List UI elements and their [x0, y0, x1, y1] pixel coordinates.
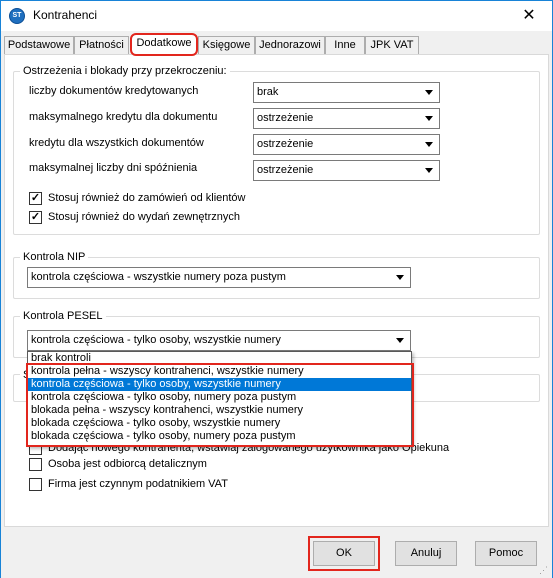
pesel-option-selected[interactable]: kontrola częściowa - tylko osoby, wszyst… [28, 378, 411, 391]
cancel-button[interactable]: Anuluj [395, 541, 457, 566]
nip-select[interactable]: kontrola częściowa - wszystkie numery po… [27, 267, 411, 288]
app-logo-icon: ST [9, 8, 25, 24]
all-credit-select[interactable]: ostrzeżenie [253, 134, 440, 155]
all-credit-value: ostrzeżenie [257, 138, 314, 150]
tab-jpk-vat[interactable]: JPK VAT [365, 36, 419, 54]
tab-dodatkowe[interactable]: Dodatkowe [130, 33, 198, 56]
max-credit-select[interactable]: ostrzeżenie [253, 108, 440, 129]
pesel-option[interactable]: blokada pełna - wszyscy kontrahenci, wsz… [28, 404, 411, 417]
pesel-option[interactable]: brak kontroli [28, 352, 411, 365]
chevron-down-icon [425, 142, 433, 147]
resize-grip-icon[interactable]: ⋰ [539, 565, 549, 575]
tab-podstawowe[interactable]: Podstawowe [4, 36, 74, 54]
warning-label-max-credit: maksymalnego kredytu dla dokumentu [29, 111, 218, 123]
check-orders-label: Stosuj również do zamówień od klientów [48, 192, 246, 204]
chevron-down-icon [396, 338, 404, 343]
check-vat-payer-label: Firma jest czynnym podatnikiem VAT [48, 478, 228, 490]
pesel-dropdown-list[interactable]: brak kontroli kontrola pełna - wszyscy k… [27, 351, 412, 447]
tab-jednorazowi[interactable]: Jednorazowi [255, 36, 325, 54]
chevron-down-icon [425, 168, 433, 173]
pesel-select[interactable]: kontrola częściowa - tylko osoby, wszyst… [27, 330, 411, 351]
chevron-down-icon [425, 116, 433, 121]
warning-label-late-days: maksymalnej liczby dni spóźnienia [29, 162, 198, 174]
nip-value: kontrola częściowa - wszystkie numery po… [31, 271, 286, 283]
checkbox-checked-icon[interactable]: ✓ [29, 211, 42, 224]
help-button[interactable]: Pomoc [475, 541, 537, 566]
title-bar[interactable]: ST Kontrahenci ✕ [1, 1, 552, 31]
tab-platnosci[interactable]: Płatności [74, 36, 129, 54]
credit-docs-value: brak [257, 86, 279, 98]
kontrahenci-window: ST Kontrahenci ✕ Podstawowe Płatności Do… [0, 0, 553, 578]
checkbox-checked-icon[interactable]: ✓ [29, 192, 42, 205]
credit-docs-select[interactable]: brak [253, 82, 440, 103]
pesel-value: kontrola częściowa - tylko osoby, wszyst… [31, 334, 281, 346]
pesel-option[interactable]: kontrola pełna - wszyscy kontrahenci, ws… [28, 365, 411, 378]
late-days-select[interactable]: ostrzeżenie [253, 160, 440, 181]
pesel-option[interactable]: blokada częściowa - tylko osoby, numery … [28, 430, 411, 443]
ok-button[interactable]: OK [308, 536, 380, 571]
window-title: Kontrahenci [33, 8, 98, 22]
chevron-down-icon [396, 275, 404, 280]
checkbox-unchecked-icon[interactable] [29, 478, 42, 491]
check-retail-label: Osoba jest odbiorcą detalicznym [48, 458, 207, 470]
warning-label-credit-docs: liczby dokumentów kredytowanych [29, 85, 199, 97]
pesel-option[interactable]: blokada częściowa - tylko osoby, wszystk… [28, 417, 411, 430]
max-credit-value: ostrzeżenie [257, 112, 314, 124]
tab-ksiegowe[interactable]: Księgowe [198, 36, 255, 54]
nip-legend: Kontrola NIP [20, 251, 89, 263]
pesel-legend: Kontrola PESEL [20, 310, 106, 322]
pesel-option[interactable]: kontrola częściowa - tylko osoby, numery… [28, 391, 411, 404]
checkbox-unchecked-icon[interactable] [29, 458, 42, 471]
warnings-legend: Ostrzeżenia i blokady przy przekroczeniu… [20, 65, 230, 77]
check-external-label: Stosuj również do wydań zewnętrznych [48, 211, 240, 223]
late-days-value: ostrzeżenie [257, 164, 314, 176]
warning-label-all-credit: kredytu dla wszystkich dokumentów [29, 137, 204, 149]
tab-inne[interactable]: Inne [325, 36, 365, 54]
close-button[interactable]: ✕ [506, 1, 552, 31]
button-bar: OK Anuluj Pomoc ⋰ [1, 528, 552, 578]
chevron-down-icon [425, 90, 433, 95]
